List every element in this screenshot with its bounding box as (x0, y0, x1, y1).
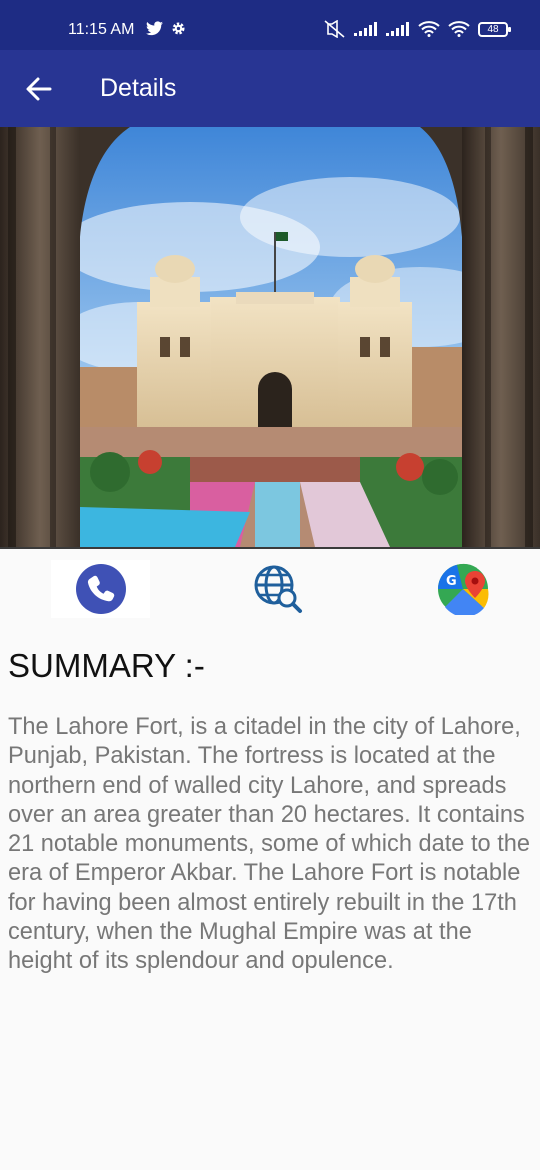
gear-icon (172, 22, 185, 35)
app-bar: Details (0, 50, 540, 127)
battery-icon: 48 (478, 21, 511, 37)
hero-image (0, 127, 540, 547)
mute-icon (324, 20, 345, 38)
wifi-icon (418, 21, 440, 37)
divider (0, 547, 540, 549)
summary-body: The Lahore Fort, is a citadel in the cit… (8, 714, 531, 975)
svg-text:G: G (446, 574, 457, 589)
wifi-icon (448, 21, 470, 37)
status-time: 11:15 AM (68, 21, 135, 38)
google-maps-icon: G (437, 563, 489, 615)
maps-button[interactable]: G (428, 560, 498, 618)
website-button[interactable] (244, 560, 312, 618)
status-bar: 11:15 AM 48 (0, 0, 540, 50)
phone-icon (75, 564, 126, 614)
call-button[interactable] (51, 560, 150, 618)
twitter-icon (146, 21, 163, 36)
summary-heading: SUMMARY :- (8, 647, 205, 684)
signal-icon (354, 22, 377, 36)
signal-icon (386, 22, 409, 36)
page-title: Details (100, 74, 177, 102)
globe-search-icon (254, 565, 302, 613)
arrow-left-icon[interactable] (22, 72, 56, 106)
fort-photo (0, 127, 540, 547)
action-row: G (0, 560, 540, 618)
